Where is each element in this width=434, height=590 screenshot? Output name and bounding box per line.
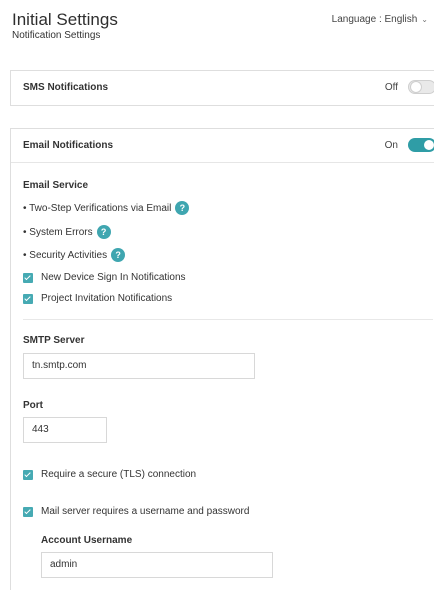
checkbox[interactable] <box>23 506 33 517</box>
auth-checkbox-row[interactable]: Mail server requires a username and pass… <box>23 506 249 517</box>
email-toggle-state: On <box>384 139 398 151</box>
toggle-knob <box>423 139 434 151</box>
sms-panel-header: SMS Notifications Off <box>11 71 434 105</box>
smtp-server-label: SMTP Server <box>23 335 85 346</box>
checkbox[interactable] <box>23 293 33 304</box>
new-device-checkbox-row[interactable]: New Device Sign In Notifications <box>23 272 186 283</box>
sms-panel-title: SMS Notifications <box>23 82 109 93</box>
page-title: Initial Settings <box>12 10 118 29</box>
sms-toggle-group: Off <box>385 80 434 94</box>
bullet-item: • System Errors ? <box>23 225 111 239</box>
account-username-input[interactable]: admin <box>41 552 273 578</box>
sms-toggle[interactable] <box>408 80 434 94</box>
email-toggle-group: On <box>385 138 434 152</box>
language-selector[interactable]: Language : English ⌄ <box>332 14 428 25</box>
page-subtitle: Notification Settings <box>12 30 101 41</box>
toggle-knob <box>410 81 422 93</box>
checkbox-label: Project Invitation Notifications <box>41 293 173 304</box>
divider <box>23 319 433 320</box>
account-username-label: Account Username <box>41 535 133 546</box>
email-notifications-panel: Email Notifications On Email Service • T… <box>10 128 434 590</box>
checkbox[interactable] <box>23 469 33 480</box>
port-input[interactable]: 443 <box>23 417 107 443</box>
email-panel-header: Email Notifications On <box>11 129 434 163</box>
language-label: Language : English <box>331 14 418 25</box>
bullet-text: • Two-Step Verifications via Email <box>23 202 172 214</box>
email-panel-title: Email Notifications <box>23 140 114 151</box>
email-toggle[interactable] <box>408 138 434 152</box>
sms-toggle-state: Off <box>384 81 398 93</box>
bullet-text: • System Errors <box>23 226 93 238</box>
email-service-label: Email Service <box>23 180 89 191</box>
sms-notifications-panel: SMS Notifications Off <box>10 70 434 106</box>
smtp-server-input[interactable]: tn.smtp.com <box>23 353 255 379</box>
bullet-text: • Security Activities <box>23 249 108 261</box>
checkbox[interactable] <box>23 272 33 283</box>
bullet-item: • Two-Step Verifications via Email ? <box>23 201 190 215</box>
port-label: Port <box>23 400 43 411</box>
question-mark-icon[interactable]: ? <box>111 248 126 262</box>
checkbox-label: New Device Sign In Notifications <box>41 272 186 283</box>
tls-checkbox-row[interactable]: Require a secure (TLS) connection <box>23 469 196 480</box>
checkbox-label: Require a secure (TLS) connection <box>41 469 197 480</box>
checkbox-label: Mail server requires a username and pass… <box>41 506 250 517</box>
chevron-down-icon: ⌄ <box>421 15 428 24</box>
bullet-item: • Security Activities ? <box>23 248 126 262</box>
project-invitation-checkbox-row[interactable]: Project Invitation Notifications <box>23 293 172 304</box>
question-mark-icon[interactable]: ? <box>96 225 111 239</box>
question-mark-icon[interactable]: ? <box>175 201 190 215</box>
